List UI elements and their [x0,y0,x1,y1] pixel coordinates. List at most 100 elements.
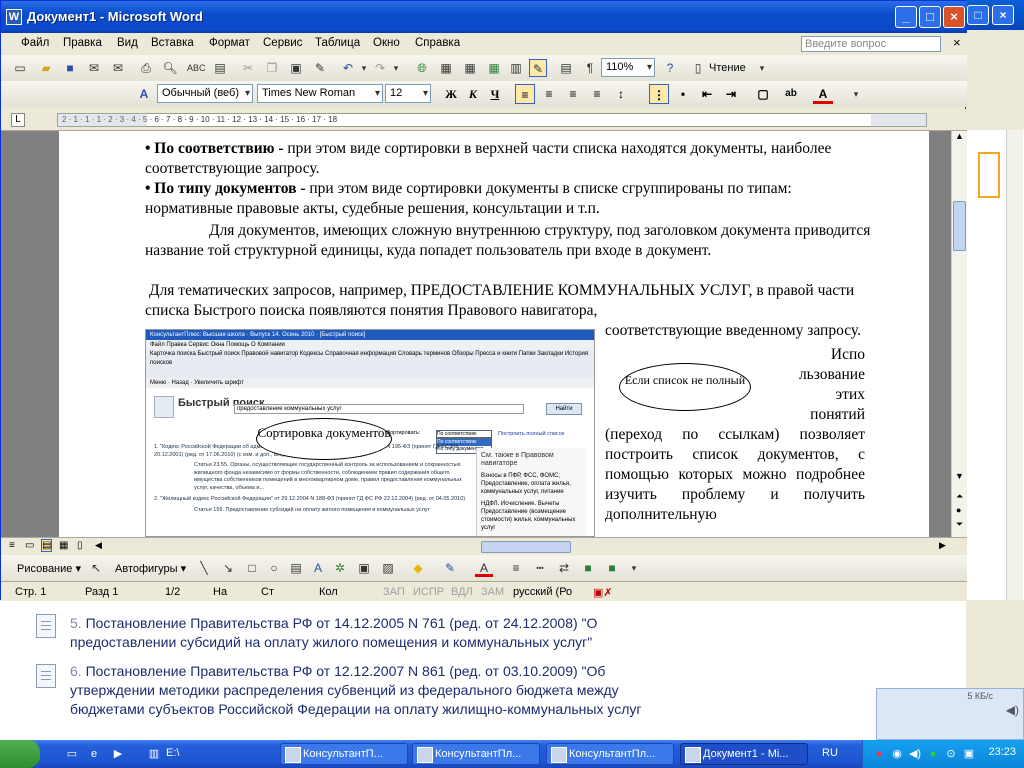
tables-borders-icon[interactable]: ▦ [437,59,455,77]
menu-file[interactable]: Файл [21,37,49,49]
menu-insert[interactable]: Вставка [151,37,194,49]
minimize-button[interactable]: _ [895,6,917,28]
draw-font-color-icon[interactable]: A [475,559,493,577]
picture-icon[interactable]: ▨ [379,559,397,577]
status-overtype[interactable]: ЗАМ [481,586,504,598]
background-close-button[interactable]: × [992,5,1014,25]
maximize-button[interactable]: □ [919,6,941,28]
paste-icon[interactable]: ▣ [287,59,305,77]
line-style-icon[interactable]: ≡ [507,559,525,577]
vertical-scrollbar[interactable]: ▲ ▼ ⏶ ● ⏷ [951,131,967,537]
document-map-icon[interactable]: ▤ [557,59,575,77]
font-select[interactable]: Times New Roman [257,84,383,103]
menu-window[interactable]: Окно [373,37,400,49]
reading-view-icon[interactable]: ▯ [77,540,83,551]
justify-icon[interactable]: ≡ [587,84,607,104]
print-layout-icon[interactable]: ▤ [41,539,53,552]
bold-button[interactable]: Ж [441,84,461,104]
list-item[interactable]: 6. Постановление Правительства РФ от 12.… [70,662,670,719]
scroll-right-icon[interactable]: ▶ [939,540,946,551]
format-toolbar-options-icon[interactable]: ▾ [847,85,865,103]
vertical-scroll-thumb[interactable] [953,201,966,251]
status-track-changes[interactable]: ИСПР [413,586,444,598]
new-document-icon[interactable]: ▭ [11,59,29,77]
fill-color-icon[interactable]: ◆ [409,559,427,577]
align-left-icon[interactable]: ≡ [515,84,535,104]
paragraph-sort-type[interactable]: • По типу документов - при этом виде сор… [145,179,875,219]
print-icon[interactable]: ⎙ [137,59,155,77]
underline-button[interactable]: Ч [485,84,505,104]
status-record[interactable]: ЗАП [383,586,405,598]
menu-table[interactable]: Таблица [315,37,360,49]
media-player-icon[interactable]: ▶ [110,746,126,762]
show-formatting-icon[interactable]: ¶ [581,59,599,77]
help-icon[interactable]: ? [661,59,679,77]
paragraph-sort-relevance[interactable]: • По соответствию - при этом виде сортир… [145,139,875,179]
scroll-up-icon[interactable]: ▲ [955,131,964,141]
wordart-icon[interactable]: A [309,559,327,577]
embedded-screenshot[interactable]: КонсультантПлюс: Высшая школа · Выпуск 1… [145,329,595,537]
title-bar[interactable]: W Документ1 - Microsoft Word _ □ × [1,1,967,33]
task-consultant-2[interactable]: КонсультантПл... [412,743,540,765]
menu-format[interactable]: Формат [209,37,250,49]
italic-button[interactable]: К [463,84,483,104]
status-extend[interactable]: ВДЛ [451,586,473,598]
numbering-icon[interactable]: ⋮ [649,84,669,104]
clipart-icon[interactable]: ▣ [355,559,373,577]
drive-icon[interactable]: ▥ [146,746,162,762]
line-icon[interactable]: ╲ [195,559,213,577]
zoom-select[interactable]: 110% [601,58,655,77]
read-mode-label[interactable]: Чтение [709,62,746,74]
styles-icon[interactable]: A [135,85,153,103]
columns-icon[interactable]: ▥ [507,59,525,77]
diagram-icon[interactable]: ✲ [331,559,349,577]
menu-tools[interactable]: Сервис [263,37,302,49]
list-item[interactable]: 5. Постановление Правительства РФ от 14.… [70,614,670,652]
task-consultant-3[interactable]: КонсультантПл... [546,743,674,765]
draw-toolbar-options-icon[interactable]: ▾ [625,559,643,577]
document-page[interactable]: • По соответствию - при этом виде сортир… [59,131,929,537]
line-spacing-icon[interactable]: ↕ [611,84,631,104]
textbox-icon[interactable]: ▤ [287,559,305,577]
show-desktop-icon[interactable]: ▭ [64,746,80,762]
drive-label[interactable]: E:\ [166,747,179,759]
arrow-style-icon[interactable]: ⇄ [555,559,573,577]
insert-table-icon[interactable]: ▦ [461,59,479,77]
paragraph-thematic[interactable]: Для тематических запросов, например, ПРЕ… [145,281,875,321]
close-button[interactable]: × [943,6,965,28]
spelling-status-icon[interactable]: ▣✗ [593,586,613,599]
menu-view[interactable]: Вид [117,37,138,49]
select-objects-icon[interactable]: ↖ [87,559,105,577]
menu-help[interactable]: Справка [415,37,460,49]
style-select[interactable]: Обычный (веб) [157,84,253,103]
task-word[interactable]: Документ1 - Mi... [680,743,808,765]
background-maximize-button[interactable]: □ [967,5,989,25]
save-icon[interactable]: ■ [61,59,79,77]
language-indicator[interactable]: RU [822,747,838,759]
background-scrollbar[interactable] [1006,130,1023,600]
outline-view-icon[interactable]: ▦ [59,540,68,551]
tray-volume-icon[interactable]: ◀) [907,746,923,762]
scroll-down-icon[interactable]: ▼ [955,471,964,481]
copy-icon[interactable]: ❐ [263,59,281,77]
tray-network-icon[interactable]: ◉ [889,746,905,762]
prev-page-icon[interactable]: ⏶ [956,491,963,502]
toolbar-options-icon[interactable]: ▾ [753,59,771,77]
permission-icon[interactable]: ✉ [85,59,103,77]
insert-excel-icon[interactable]: ▦ [485,59,503,77]
browse-object-icon[interactable]: ● [956,505,961,515]
font-color-icon[interactable]: A [813,84,833,104]
ask-question-input[interactable]: Введите вопрос [801,36,941,52]
align-right-icon[interactable]: ≡ [563,84,583,104]
shadow-icon[interactable]: ■ [579,559,597,577]
horizontal-scrollbar[interactable]: ≡ ▭ ▤ ▦ ▯ ◀ ▶ [1,537,967,555]
font-size-select[interactable]: 12 [385,84,431,103]
rectangle-icon[interactable]: □ [243,559,261,577]
ruler-strip[interactable]: 2 · 1 · 1 · 1 · 2 · 3 · 4 · 5 · 6 · 7 · … [57,113,927,127]
email-icon[interactable]: ✉ [109,59,127,77]
word-app-icon[interactable]: W [6,9,22,25]
increase-indent-icon[interactable]: ⇥ [721,84,741,104]
autoshapes-menu[interactable]: Автофигуры ▾ [115,562,186,575]
hyperlink-icon[interactable]: 🌐︎ [413,59,431,77]
bullets-icon[interactable]: • [673,84,693,104]
